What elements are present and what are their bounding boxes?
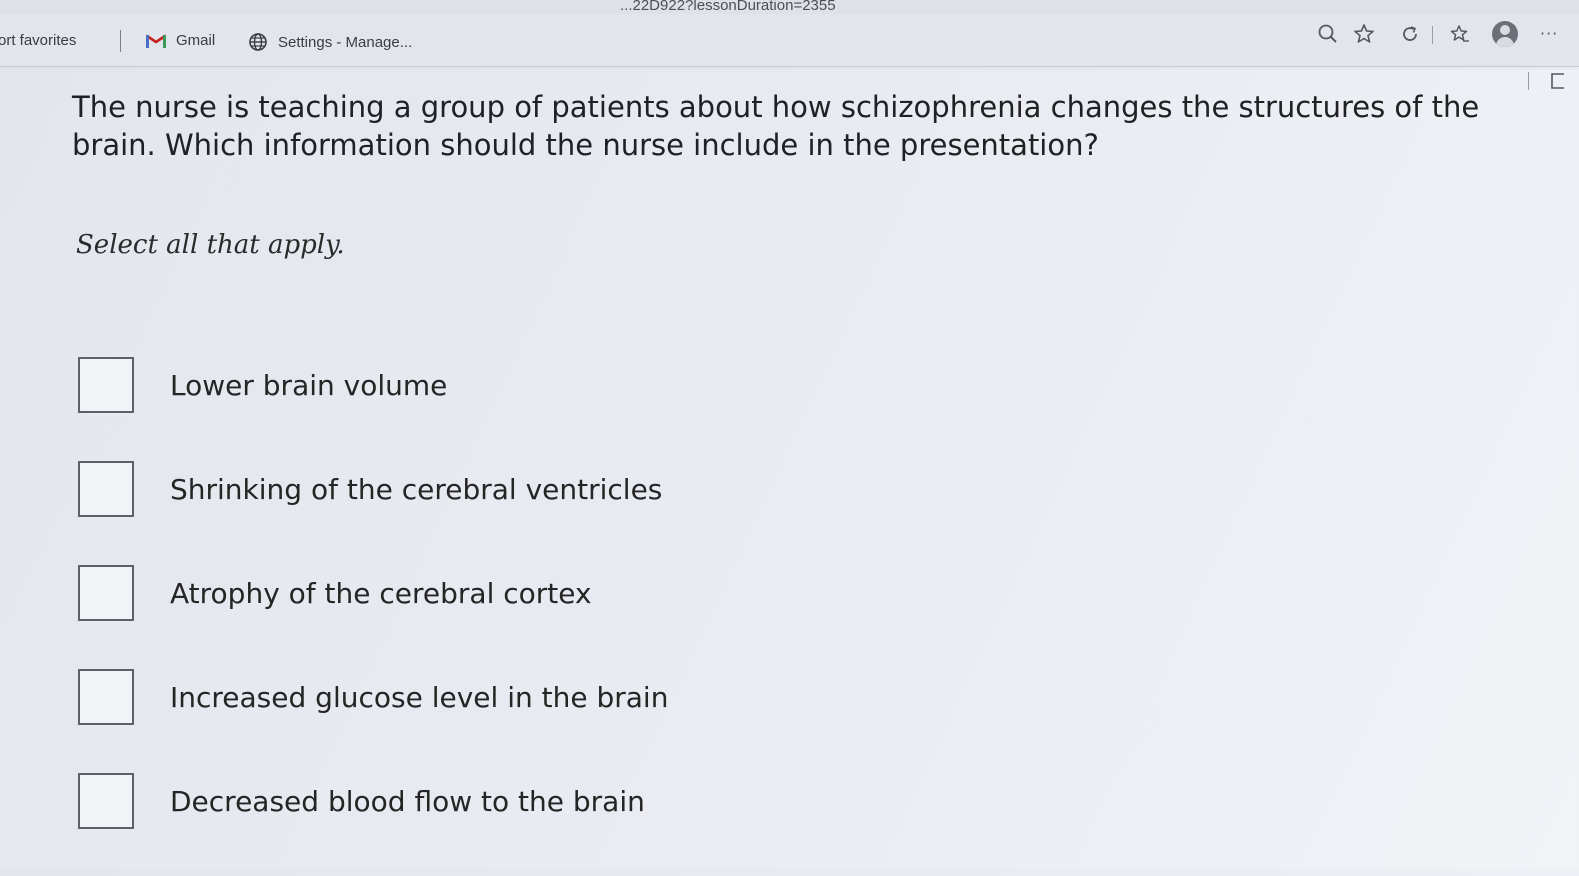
- option-4-label[interactable]: Increased glucose level in the brain: [170, 681, 668, 714]
- option-1[interactable]: Lower brain volume: [78, 356, 668, 414]
- bookmark-gmail[interactable]: Gmail: [146, 32, 215, 49]
- avatar[interactable]: [1492, 21, 1518, 47]
- option-2-label[interactable]: Shrinking of the cerebral ventricles: [170, 473, 662, 506]
- bookmark-favorites[interactable]: ort favorites: [0, 32, 76, 49]
- option-5-label[interactable]: Decreased blood flow to the brain: [170, 785, 645, 818]
- question-text: The nurse is teaching a group of patient…: [72, 90, 1480, 162]
- option-1-label[interactable]: Lower brain volume: [170, 369, 447, 402]
- avatar-head: [1500, 25, 1510, 35]
- option-3-checkbox[interactable]: [78, 565, 134, 621]
- option-2-checkbox[interactable]: [78, 461, 134, 517]
- option-2[interactable]: Shrinking of the cerebral ventricles: [78, 460, 668, 518]
- zoom-icon[interactable]: [1316, 22, 1340, 46]
- avatar-shoulders: [1496, 37, 1514, 47]
- address-bar-strip[interactable]: ...22D922?lessonDuration=2355: [0, 0, 1579, 14]
- refresh-icon[interactable]: [1398, 22, 1422, 46]
- bookmark-settings-label: Settings - Manage...: [278, 33, 413, 51]
- option-5-checkbox[interactable]: [78, 773, 134, 829]
- question-panel: The nurse is teaching a group of patient…: [72, 88, 1512, 829]
- bookmark-gmail-label: Gmail: [176, 32, 216, 49]
- more-icon[interactable]: ···: [1540, 24, 1558, 43]
- gmail-icon: [146, 34, 166, 48]
- option-3[interactable]: Atrophy of the cerebral cortex: [78, 564, 668, 622]
- favorites-icon[interactable]: [1448, 22, 1472, 46]
- bookmark-favorites-label: ort favorites: [0, 32, 77, 49]
- toolbar-separator: [1432, 26, 1433, 44]
- bookmark-settings[interactable]: Settings - Manage...: [248, 32, 412, 52]
- option-4[interactable]: Increased glucose level in the brain: [78, 668, 668, 726]
- star-icon[interactable]: [1352, 22, 1376, 46]
- answer-options: Lower brain volume Shrinking of the cere…: [78, 356, 668, 876]
- option-1-checkbox[interactable]: [78, 357, 134, 413]
- option-5[interactable]: Decreased blood flow to the brain: [78, 772, 668, 830]
- option-4-checkbox[interactable]: [78, 669, 134, 725]
- option-3-label[interactable]: Atrophy of the cerebral cortex: [170, 577, 592, 610]
- bookmarks-toolbar: ort favorites Gmail Settings - Manage...: [0, 14, 1579, 67]
- bookmark-separator: [120, 30, 121, 52]
- instruction-text: Select all that apply.: [76, 230, 345, 260]
- sidebar-panel-icon[interactable]: [1548, 72, 1566, 90]
- sidebar-separator: [1528, 72, 1529, 90]
- url-text[interactable]: ...22D922?lessonDuration=2355: [620, 0, 836, 14]
- globe-icon: [249, 33, 267, 51]
